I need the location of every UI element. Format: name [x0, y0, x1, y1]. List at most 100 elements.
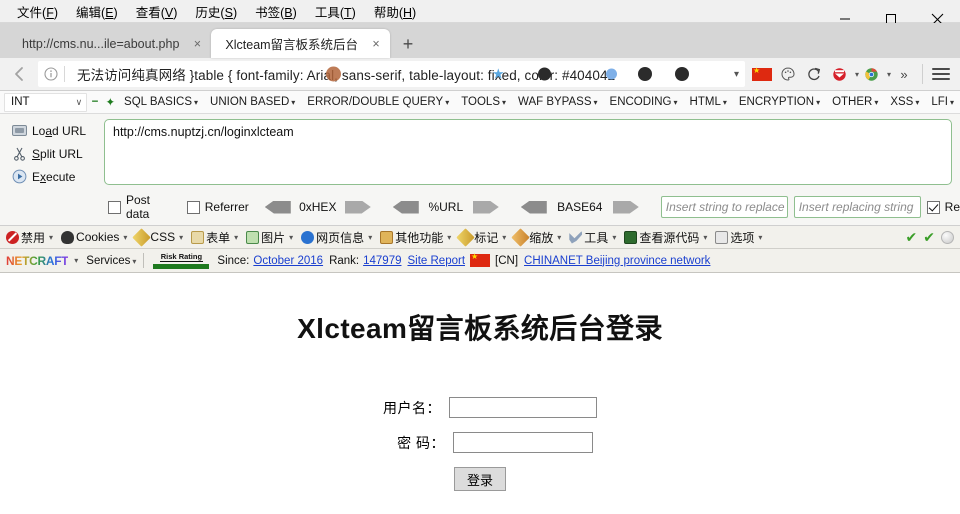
chrome-extension-icon[interactable] [859, 61, 885, 87]
webdev-item-disable[interactable]: 禁用 ▾ [2, 229, 57, 246]
netcraft-toolbar: NETCRAFT ▾ Services ▾ Risk Rating Since: … [0, 249, 960, 273]
replace-checkbox[interactable] [926, 200, 940, 214]
netcraft-rank-value[interactable]: 147979 [363, 255, 401, 267]
hackbar-icon[interactable] [827, 61, 853, 87]
sqlbar-item-label: SQL BASICS [124, 96, 193, 108]
green-check-icon[interactable]: ✔ [906, 229, 918, 246]
replace-string-input[interactable]: Insert string to replace [660, 196, 788, 218]
hex-encode-arrow-icon[interactable] [344, 200, 371, 214]
sqlbar-item-tools[interactable]: TOOLS ▾ [455, 96, 512, 108]
base64-decode-arrow-icon[interactable] [520, 200, 547, 214]
netcraft-services-menu[interactable]: Services ▾ [86, 255, 136, 267]
login-submit-button[interactable]: 登录 [453, 467, 506, 491]
menu-item-file[interactable]: 文件(F) [8, 0, 67, 23]
sqlbar-item-html[interactable]: HTML ▾ [684, 96, 733, 108]
password-input[interactable] [453, 432, 593, 453]
address-bar[interactable]: 无法访问纯真网络 }table { font-family: Arial, sa… [38, 61, 745, 87]
tab-close-icon[interactable]: × [189, 36, 205, 52]
info-circle-icon[interactable] [38, 67, 64, 81]
username-input[interactable] [449, 397, 597, 418]
sqlbar-item-sql-basics[interactable]: SQL BASICS ▾ [118, 96, 204, 108]
menu-item-help[interactable]: 帮助(H) [365, 0, 425, 23]
webdev-item-tools[interactable]: 工具 ▾ [565, 229, 620, 246]
palette-icon[interactable] [775, 61, 801, 87]
password-row: 密 码： [363, 432, 597, 453]
reload-forward-icon[interactable] [801, 61, 827, 87]
new-tab-button[interactable]: + [394, 30, 422, 58]
webdev-item-forms[interactable]: 表单 ▾ [187, 229, 242, 246]
chevron-down-icon: ▾ [502, 232, 507, 242]
china-flag-icon[interactable] [749, 61, 775, 87]
webdev-item-label: 禁用 [21, 230, 46, 245]
replace-option[interactable]: Re [926, 200, 960, 214]
netcraft-site-report-link[interactable]: Site Report [407, 255, 465, 267]
replacing-string-input[interactable]: Insert replacing string [793, 196, 921, 218]
webdev-item-images[interactable]: 图片 ▾ [242, 229, 297, 246]
netcraft-country: [CN] [495, 254, 519, 267]
chevron-down-icon: ▾ [874, 98, 879, 107]
netcraft-network-link[interactable]: CHINANET Beijing province network [524, 255, 710, 267]
post-data-checkbox[interactable] [108, 200, 121, 214]
menu-item-bookmarks[interactable]: 书签(B) [246, 0, 306, 23]
china-flag-icon [470, 252, 491, 267]
referrer-label: Referrer [204, 200, 249, 214]
webdev-item-label: 缩放 [529, 230, 554, 245]
menu-label-history: 历史 [195, 5, 221, 20]
referrer-checkbox[interactable] [186, 200, 200, 214]
webdev-item-misc[interactable]: 其他功能 ▾ [376, 229, 455, 246]
sqlbar-item-lfi[interactable]: LFI ▾ [925, 96, 960, 108]
menu-item-tools[interactable]: 工具(T) [306, 0, 365, 23]
sqli-type-select[interactable]: INT ∨ [4, 92, 88, 112]
misc-book-icon [380, 230, 394, 244]
sqlbar-item-waf-bypass[interactable]: WAF BYPASS ▾ [512, 96, 604, 108]
tab-close-icon[interactable]: × [368, 36, 384, 52]
minus-icon[interactable]: − [87, 96, 102, 108]
post-data-option[interactable]: Post data [108, 193, 171, 221]
webdev-item-view-source[interactable]: 查看源代码 ▾ [620, 229, 711, 246]
webdev-item-outline[interactable]: 标记 ▾ [455, 227, 510, 247]
webdev-item-options[interactable]: 选项 ▾ [711, 229, 766, 246]
sqlbar-item-encryption[interactable]: ENCRYPTION ▾ [733, 96, 826, 108]
back-button[interactable] [6, 60, 34, 88]
chevron-down-icon: ▾ [557, 232, 562, 242]
base64-encode-arrow-icon[interactable] [612, 200, 639, 214]
url-encode-arrow-icon[interactable] [472, 200, 499, 214]
split-url-label: Split URL [32, 146, 83, 161]
overflow-chevrons-icon[interactable]: » [891, 61, 917, 87]
tab-0[interactable]: http://cms.nu...ile=about.php × [8, 29, 211, 58]
hamburger-menu-icon[interactable] [928, 61, 954, 87]
menu-item-edit[interactable]: 编辑(E) [67, 0, 127, 23]
url-decode-arrow-icon[interactable] [392, 200, 419, 214]
netcraft-since-value[interactable]: October 2016 [253, 255, 323, 267]
webdev-item-page-info[interactable]: 网页信息 ▾ [297, 229, 376, 246]
load-url-button[interactable]: Load URL [6, 119, 104, 142]
referrer-option[interactable]: Referrer [186, 200, 249, 214]
webdev-item-cookies[interactable]: Cookies ▾ [57, 230, 131, 244]
chevron-down-icon[interactable]: ▾ [74, 256, 78, 265]
sqlbar-item-xss[interactable]: XSS ▾ [884, 96, 925, 108]
tab-1[interactable]: Xlcteam留言板系统后台 × [211, 29, 391, 58]
menu-item-history[interactable]: 历史(S) [186, 0, 246, 23]
sqlbar-item-union-based[interactable]: UNION BASED ▾ [204, 96, 301, 108]
hex-decode-arrow-icon[interactable] [264, 200, 291, 214]
chevron-down-icon[interactable]: ▾ [728, 69, 745, 80]
hackbar-panel: Load URL Split URL Execute http://cms.nu… [0, 114, 960, 226]
grey-ball-icon[interactable] [941, 230, 954, 244]
webdev-item-resize[interactable]: 缩放 ▾ [510, 227, 565, 247]
sqlbar-item-encoding[interactable]: ENCODING ▾ [604, 96, 684, 108]
plus-icon[interactable]: ✦ [103, 95, 118, 109]
sqlbar-item-other[interactable]: OTHER ▾ [826, 96, 884, 108]
split-url-button[interactable]: Split URL [6, 142, 104, 165]
webdev-item-css[interactable]: CSS ▾ [131, 227, 187, 247]
hackbar-url-textarea[interactable]: http://cms.nuptzj.cn/loginxlcteam [104, 119, 952, 185]
execute-icon [6, 169, 32, 184]
chevron-down-icon: ▾ [673, 98, 678, 107]
sqlbar-item-error-double-query[interactable]: ERROR/DOUBLE QUERY ▾ [301, 96, 455, 108]
menu-item-view[interactable]: 查看(V) [127, 0, 187, 23]
toolbar-divider [922, 64, 923, 84]
execute-button[interactable]: Execute [6, 165, 104, 188]
disable-icon [6, 230, 19, 244]
green-check-icon[interactable]: ✔ [923, 229, 935, 246]
password-label: 密 码： [397, 434, 445, 451]
webdev-item-label: 标记 [474, 230, 499, 245]
